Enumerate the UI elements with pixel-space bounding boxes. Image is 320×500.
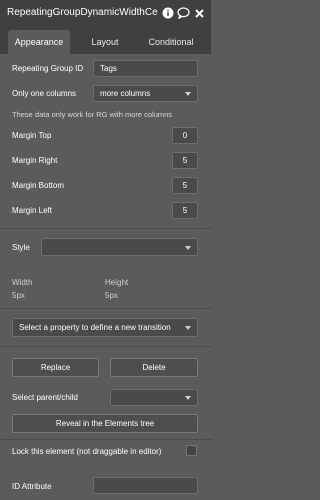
id-attribute-input[interactable] bbox=[93, 477, 198, 494]
id-attribute-label: ID Attribute bbox=[12, 482, 52, 491]
width-value: 5px bbox=[12, 291, 25, 300]
title-icons bbox=[161, 6, 206, 20]
property-editor-panel: RepeatingGroupDynamicWidthCe Appearance … bbox=[0, 0, 211, 500]
tab-conditional[interactable]: Conditional bbox=[139, 30, 203, 54]
replace-button[interactable]: Replace bbox=[12, 358, 99, 377]
margin-bottom-input[interactable]: 5 bbox=[172, 177, 198, 194]
info-icon[interactable] bbox=[161, 7, 174, 20]
style-dropdown[interactable] bbox=[41, 238, 198, 256]
repeating-group-id-input[interactable]: Tags bbox=[93, 60, 198, 77]
tab-bar: Appearance Layout Conditional bbox=[0, 26, 211, 54]
reveal-in-elements-tree-button[interactable]: Reveal in the Elements tree bbox=[12, 414, 198, 433]
section-divider bbox=[0, 439, 211, 440]
margin-right-input[interactable]: 5 bbox=[172, 152, 198, 169]
section-divider bbox=[0, 228, 211, 229]
repeating-group-id-label: Repeating Group ID bbox=[12, 64, 84, 73]
close-icon[interactable] bbox=[193, 7, 206, 20]
margin-bottom-label: Margin Bottom bbox=[12, 181, 65, 190]
tab-layout[interactable]: Layout bbox=[75, 30, 135, 54]
chevron-down-icon bbox=[185, 92, 191, 96]
margin-right-label: Margin Right bbox=[12, 156, 58, 165]
only-one-columns-label: Only one columns bbox=[12, 89, 77, 98]
tab-appearance[interactable]: Appearance bbox=[8, 30, 70, 54]
transition-dropdown[interactable]: Select a property to define a new transi… bbox=[12, 318, 198, 337]
height-label: Height bbox=[105, 278, 129, 287]
margin-top-label: Margin Top bbox=[12, 131, 52, 140]
delete-button[interactable]: Delete bbox=[110, 358, 198, 377]
margin-top-input[interactable]: 0 bbox=[172, 127, 198, 144]
select-parent-child-dropdown[interactable] bbox=[110, 389, 198, 406]
chevron-down-icon bbox=[185, 246, 191, 250]
rg-note: These data only work for RG with more co… bbox=[12, 110, 173, 119]
margin-left-input[interactable]: 5 bbox=[172, 202, 198, 219]
style-label: Style bbox=[12, 243, 30, 252]
chevron-down-icon bbox=[185, 396, 191, 400]
margin-left-label: Margin Left bbox=[12, 206, 53, 215]
lock-element-label: Lock this element (not draggable in edit… bbox=[12, 447, 162, 456]
section-divider bbox=[0, 346, 211, 347]
title-bar: RepeatingGroupDynamicWidthCe bbox=[0, 0, 211, 26]
section-divider bbox=[0, 308, 211, 309]
lock-element-checkbox[interactable] bbox=[186, 445, 197, 456]
only-one-columns-dropdown[interactable]: more columns bbox=[93, 85, 198, 102]
only-one-columns-value: more columns bbox=[100, 89, 151, 98]
height-value: 5px bbox=[105, 291, 118, 300]
panel-title: RepeatingGroupDynamicWidthCe bbox=[7, 7, 158, 18]
select-parent-child-label: Select parent/child bbox=[12, 393, 78, 402]
comment-icon[interactable] bbox=[177, 7, 190, 20]
chevron-down-icon bbox=[185, 326, 191, 330]
transition-placeholder: Select a property to define a new transi… bbox=[19, 323, 171, 332]
width-label: Width bbox=[12, 278, 33, 287]
